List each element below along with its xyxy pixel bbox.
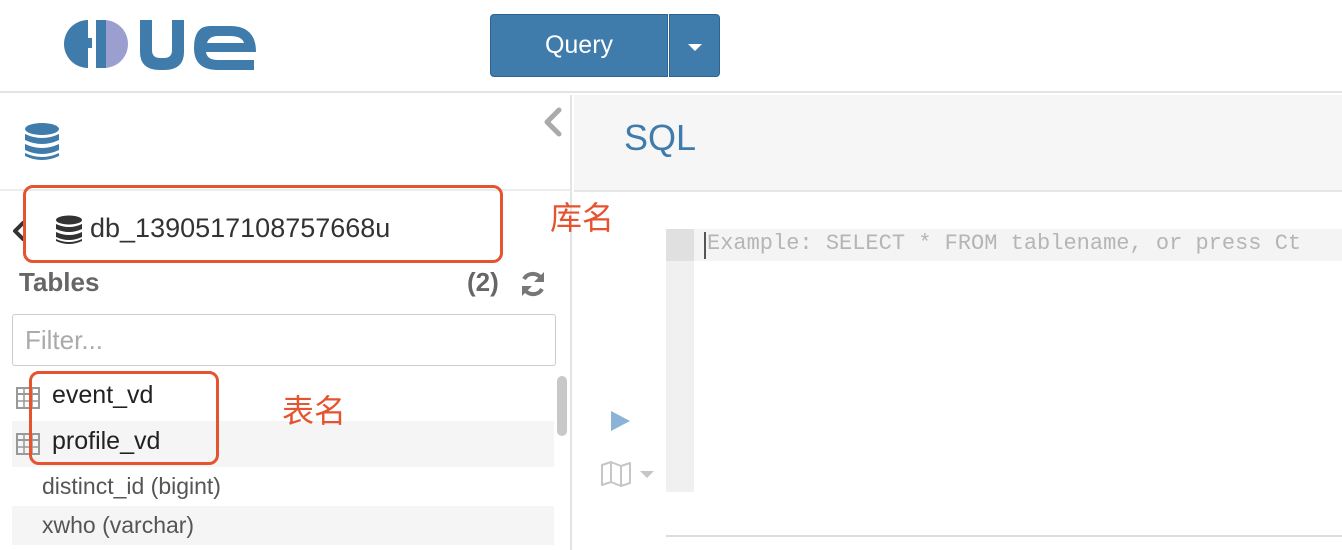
database-icon[interactable] — [24, 122, 60, 162]
editor-gutter — [666, 229, 694, 492]
column-label: distinct_id (bigint) — [42, 473, 221, 499]
query-button[interactable]: Query — [490, 14, 668, 77]
query-button-label: Query — [544, 31, 614, 59]
map-icon[interactable] — [600, 461, 632, 487]
hue-logo[interactable] — [60, 16, 260, 72]
collapse-panel-chevron-icon[interactable] — [540, 107, 566, 137]
column-row-distinct-id[interactable]: distinct_id (bigint) — [12, 467, 554, 506]
assist-panel: db_1390517108757668u Tables (2) event_vd — [0, 95, 572, 550]
column-row-xwho[interactable]: xwho (varchar) — [12, 506, 554, 545]
tables-heading: Tables — [19, 267, 100, 297]
tables-count: (2) — [467, 267, 499, 297]
refresh-icon[interactable] — [518, 269, 548, 299]
sql-editor-placeholder[interactable]: Example: SELECT * FROM tablename, or pre… — [707, 231, 1301, 256]
top-navbar: Query — [0, 0, 1342, 93]
editor-panel: SQL Example: SELECT * FROM tablename, or… — [574, 95, 1342, 550]
editor-bottom-border — [666, 535, 1342, 537]
table-annotation-box — [29, 371, 219, 465]
editor-title: SQL — [624, 117, 697, 158]
table-filter-input[interactable] — [12, 314, 556, 366]
query-dropdown-toggle[interactable] — [669, 14, 720, 77]
text-cursor — [704, 232, 706, 259]
caret-down-icon[interactable] — [640, 471, 654, 478]
database-annotation-box — [23, 185, 503, 263]
table-annotation-label: 表名 — [282, 392, 347, 430]
editor-header: SQL — [574, 95, 1342, 192]
database-annotation-label: 库名 — [550, 199, 615, 237]
column-label: xwho (varchar) — [42, 512, 195, 538]
play-icon[interactable] — [608, 409, 632, 433]
editor-gutter-active-line — [666, 229, 694, 261]
table-list-scrollbar[interactable] — [557, 376, 567, 436]
